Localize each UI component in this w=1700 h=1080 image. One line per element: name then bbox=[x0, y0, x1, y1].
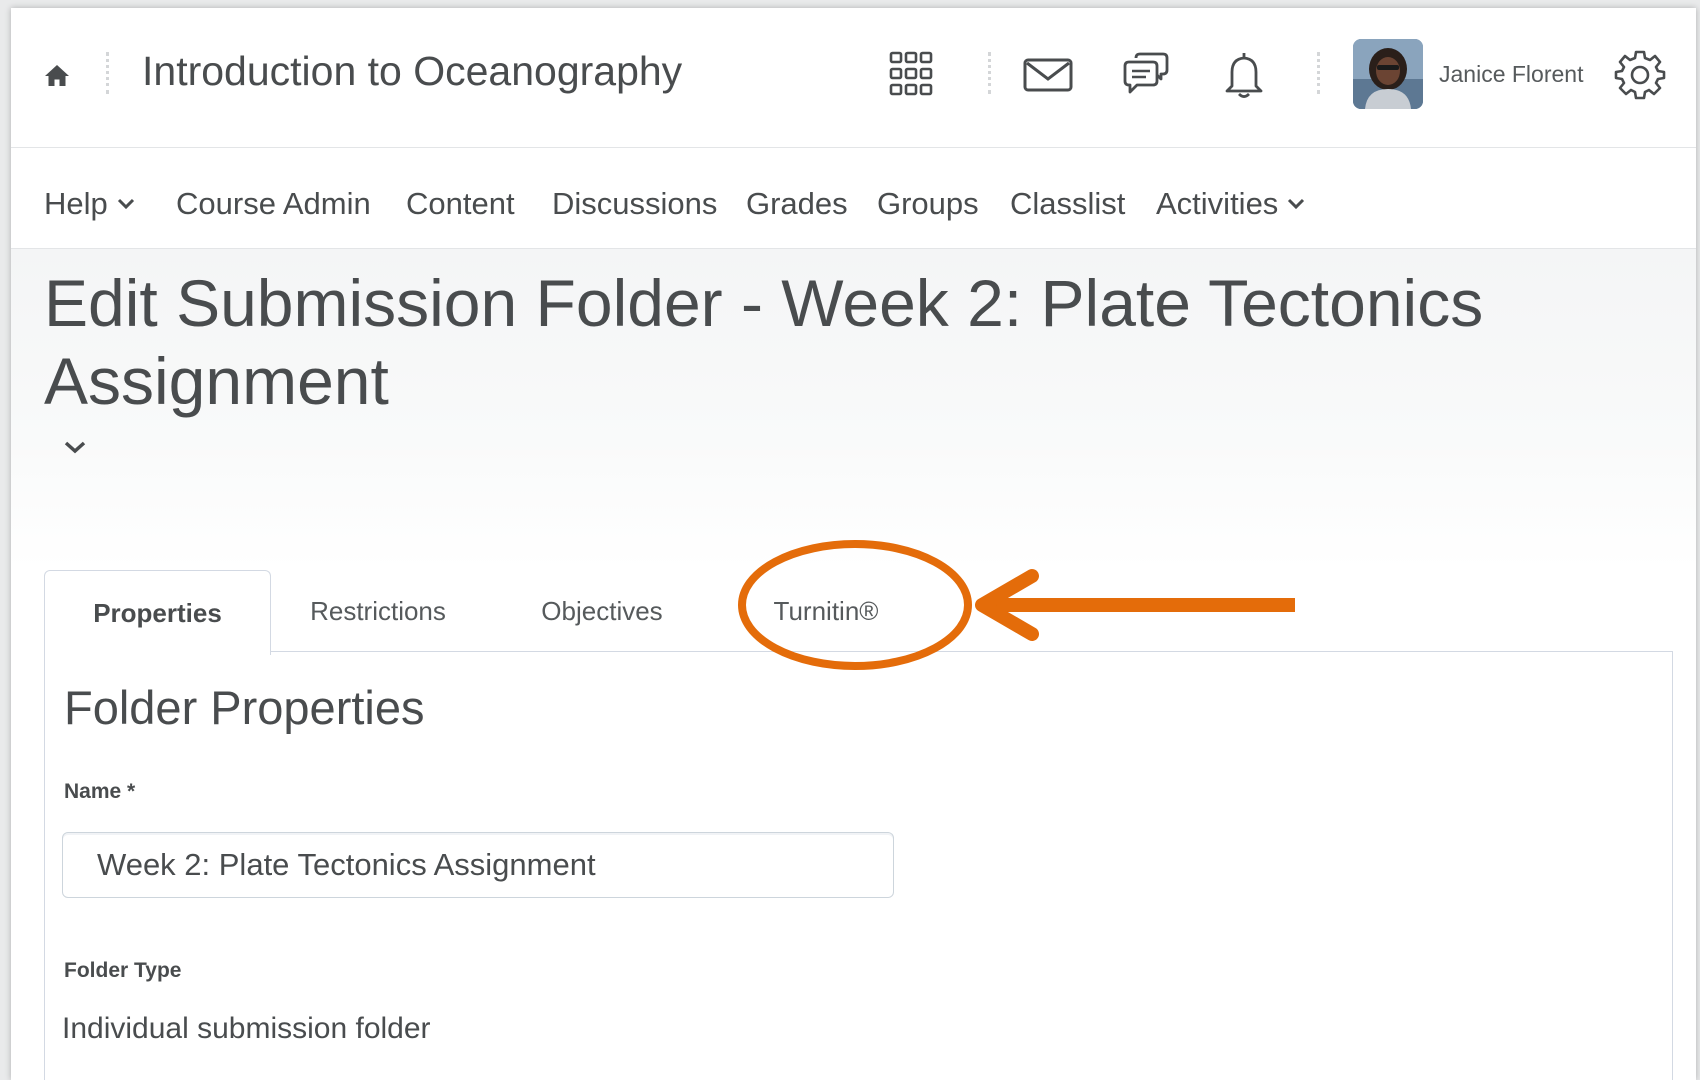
nav-content[interactable]: Content bbox=[406, 186, 515, 222]
nav-grades[interactable]: Grades bbox=[746, 186, 848, 222]
app-window: Introduction to Oceanography Janice Flor… bbox=[11, 8, 1696, 1080]
nav-label: Grades bbox=[746, 186, 848, 221]
nav-label: Help bbox=[44, 186, 108, 221]
tab-objectives[interactable]: Objectives bbox=[512, 570, 692, 653]
nav-help[interactable]: Help bbox=[44, 186, 135, 222]
nav-course-admin[interactable]: Course Admin bbox=[176, 186, 371, 222]
course-title[interactable]: Introduction to Oceanography bbox=[142, 48, 682, 95]
section-title: Folder Properties bbox=[64, 681, 425, 734]
mail-icon[interactable] bbox=[1022, 48, 1074, 100]
nav-groups[interactable]: Groups bbox=[877, 186, 979, 222]
tab-restrictions[interactable]: Restrictions bbox=[278, 570, 478, 653]
nav-label: Course Admin bbox=[176, 186, 371, 221]
avatar[interactable] bbox=[1353, 39, 1423, 109]
nav-label: Discussions bbox=[552, 186, 718, 221]
gear-icon[interactable] bbox=[1614, 48, 1666, 100]
nav-label: Classlist bbox=[1010, 186, 1126, 221]
chevron-down-icon[interactable] bbox=[63, 440, 87, 454]
nav-activities[interactable]: Activities bbox=[1156, 186, 1305, 222]
chevron-down-icon bbox=[117, 198, 134, 210]
top-bar: Introduction to Oceanography Janice Flor… bbox=[11, 8, 1696, 148]
bell-icon[interactable] bbox=[1218, 48, 1270, 100]
waffle-grid-icon[interactable] bbox=[885, 48, 937, 100]
divider bbox=[106, 52, 111, 94]
tab-properties[interactable]: Properties bbox=[44, 570, 271, 655]
nav-label: Groups bbox=[877, 186, 979, 221]
name-input[interactable] bbox=[62, 832, 894, 898]
page-title: Edit Submission Folder - Week 2: Plate T… bbox=[44, 266, 1484, 418]
chat-icon[interactable] bbox=[1120, 48, 1172, 100]
nav-classlist[interactable]: Classlist bbox=[1010, 186, 1125, 222]
nav-discussions[interactable]: Discussions bbox=[552, 186, 717, 222]
nav-label: Content bbox=[406, 186, 515, 221]
divider bbox=[1317, 52, 1322, 94]
divider bbox=[988, 52, 993, 94]
course-navbar: Help Course Admin Content Discussions Gr… bbox=[11, 148, 1696, 249]
name-label: Name * bbox=[64, 780, 136, 803]
folder-type-label: Folder Type bbox=[64, 959, 182, 982]
tab-turnitin[interactable]: Turnitin® bbox=[741, 570, 911, 653]
user-name[interactable]: Janice Florent bbox=[1439, 61, 1583, 88]
home-icon[interactable] bbox=[42, 60, 72, 90]
nav-label: Activities bbox=[1156, 186, 1279, 221]
chevron-down-icon bbox=[1288, 198, 1305, 210]
folder-type-value: Individual submission folder bbox=[62, 1012, 431, 1045]
